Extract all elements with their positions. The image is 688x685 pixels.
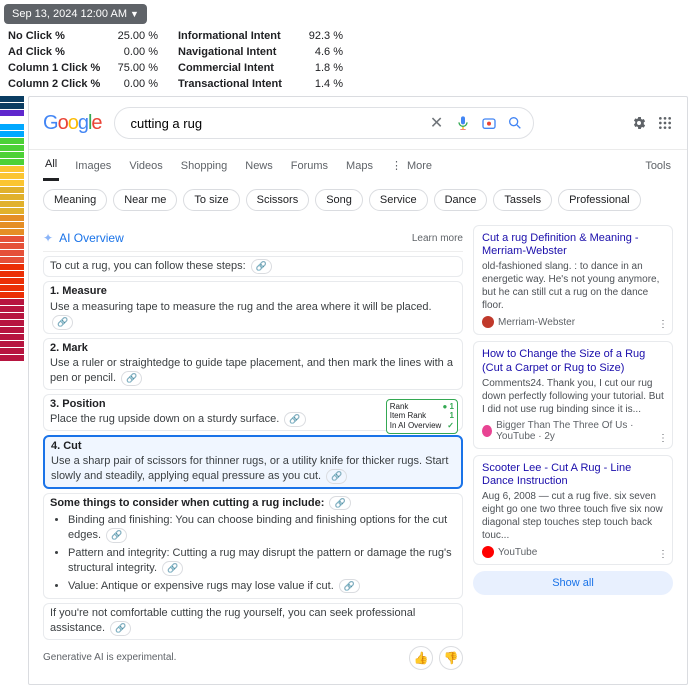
ref-title: Cut a rug Definition & Meaning - Merriam… <box>482 232 664 258</box>
ref-desc: old-fashioned slang. : to dance in an en… <box>482 260 664 312</box>
clear-icon[interactable]: ✕ <box>429 115 445 131</box>
tab-forums[interactable]: Forums <box>289 152 330 180</box>
ai-intro: To cut a rug, you can follow these steps… <box>43 256 463 277</box>
consider-bullet: Binding and finishing: You can choose bi… <box>68 513 456 544</box>
tab-all[interactable]: All <box>43 150 59 181</box>
stat-value: 0.00 % <box>108 46 158 58</box>
link-icon[interactable]: 🔗 <box>251 259 272 274</box>
link-icon[interactable]: 🔗 <box>106 528 127 543</box>
link-icon[interactable]: 🔗 <box>329 496 350 511</box>
chip-tassels[interactable]: Tassels <box>493 189 552 211</box>
chip-to-size[interactable]: To size <box>183 189 239 211</box>
stat-label: No Click % <box>8 30 108 42</box>
gear-icon[interactable] <box>631 115 647 131</box>
chip-song[interactable]: Song <box>315 189 363 211</box>
stat-label: Navigational Intent <box>178 46 298 58</box>
tab-images[interactable]: Images <box>73 152 113 180</box>
stat-label: Column 2 Click % <box>8 78 108 90</box>
reference-card[interactable]: Cut a rug Definition & Meaning - Merriam… <box>473 225 673 335</box>
link-icon[interactable]: 🔗 <box>121 371 142 386</box>
chip-dance[interactable]: Dance <box>434 189 488 211</box>
thumbs-up-button[interactable]: 👍 <box>409 646 433 670</box>
link-icon[interactable]: 🔗 <box>326 469 347 484</box>
tab-more[interactable]: ⋮ More <box>389 151 434 180</box>
sparkle-icon: ✦ <box>43 231 53 245</box>
stat-label: Column 1 Click % <box>8 62 108 74</box>
ref-title: How to Change the Size of a Rug (Cut a C… <box>482 348 664 374</box>
tab-news[interactable]: News <box>243 152 275 180</box>
thumbs-down-button[interactable]: 👎 <box>439 646 463 670</box>
ai-overview-header: ✦AI Overview <box>43 231 124 245</box>
chip-professional[interactable]: Professional <box>558 189 641 211</box>
stat-label: Transactional Intent <box>178 78 298 90</box>
show-all-button[interactable]: Show all <box>473 571 673 595</box>
stat-value: 92.3 % <box>298 30 343 42</box>
learn-more-link[interactable]: Learn more <box>412 233 463 244</box>
tools-button[interactable]: Tools <box>643 152 673 180</box>
stat-value: 75.00 % <box>108 62 158 74</box>
ai-step-1: 1. MeasureUse a measuring tape to measur… <box>43 281 463 333</box>
rank-badge: Rank● 1Item Rank1In AI Overview✓ <box>386 399 458 434</box>
stat-label: Informational Intent <box>178 30 298 42</box>
search-box[interactable]: ✕ <box>114 107 534 139</box>
gen-ai-notice: Generative AI is experimental. <box>43 652 176 663</box>
stat-value: 1.8 % <box>298 62 343 74</box>
chip-scissors[interactable]: Scissors <box>246 189 310 211</box>
ref-source: YouTube <box>482 546 664 558</box>
ref-title: Scooter Lee - Cut A Rug - Line Dance Ins… <box>482 462 664 488</box>
more-icon[interactable]: ⋮ <box>658 549 668 560</box>
link-icon[interactable]: 🔗 <box>110 621 131 636</box>
reference-card[interactable]: Scooter Lee - Cut A Rug - Line Dance Ins… <box>473 455 673 565</box>
reference-card[interactable]: How to Change the Size of a Rug (Cut a C… <box>473 341 673 448</box>
tab-videos[interactable]: Videos <box>127 152 164 180</box>
stat-label: Ad Click % <box>8 46 108 58</box>
stat-value: 1.4 % <box>298 78 343 90</box>
ai-step-2: 2. MarkUse a ruler or straightedge to gu… <box>43 338 463 390</box>
stat-value: 0.00 % <box>108 78 158 90</box>
link-icon[interactable]: 🔗 <box>162 561 183 576</box>
ranking-color-strip <box>0 96 28 685</box>
ai-step-4: 4. CutUse a sharp pair of scissors for t… <box>43 435 463 489</box>
ref-source: Merriam-Webster <box>482 316 664 328</box>
consider-bullet: Pattern and integrity: Cutting a rug may… <box>68 546 456 577</box>
more-icon[interactable]: ⋮ <box>658 433 668 444</box>
chip-service[interactable]: Service <box>369 189 428 211</box>
stat-value: 25.00 % <box>108 30 158 42</box>
timestamp-badge[interactable]: Sep 13, 2024 12:00 AM ▼ <box>4 4 147 24</box>
link-icon[interactable]: 🔗 <box>284 412 305 427</box>
lens-icon[interactable] <box>481 115 497 131</box>
ref-desc: Comments24. Thank you, I cut our rug dow… <box>482 377 664 416</box>
chip-meaning[interactable]: Meaning <box>43 189 107 211</box>
link-icon[interactable]: 🔗 <box>339 579 360 594</box>
ref-source: Bigger Than The Three Of Us · YouTube · … <box>482 420 664 442</box>
mic-icon[interactable] <box>455 115 471 131</box>
stat-label: Commercial Intent <box>178 62 298 74</box>
tab-shopping[interactable]: Shopping <box>179 152 230 180</box>
search-results-page: Google ✕ All Images Videos Shopping News Foru… <box>28 96 688 685</box>
ai-consider-box: Some things to consider when cutting a r… <box>43 493 463 599</box>
google-logo[interactable]: Google <box>43 112 102 135</box>
chip-near-me[interactable]: Near me <box>113 189 177 211</box>
apps-icon[interactable] <box>657 115 673 131</box>
stat-value: 4.6 % <box>298 46 343 58</box>
more-icon[interactable]: ⋮ <box>658 319 668 330</box>
search-icon[interactable] <box>507 115 523 131</box>
ai-step-3: Rank● 1Item Rank1In AI Overview✓3. Posit… <box>43 394 463 431</box>
search-input[interactable] <box>125 116 429 131</box>
ref-desc: Aug 6, 2008 — cut a rug five. six seven … <box>482 490 664 542</box>
consider-bullet: Value: Antique or expensive rugs may los… <box>68 579 456 594</box>
ai-outro: If you're not comfortable cutting the ru… <box>43 603 463 640</box>
link-icon[interactable]: 🔗 <box>52 315 73 330</box>
tab-maps[interactable]: Maps <box>344 152 375 180</box>
